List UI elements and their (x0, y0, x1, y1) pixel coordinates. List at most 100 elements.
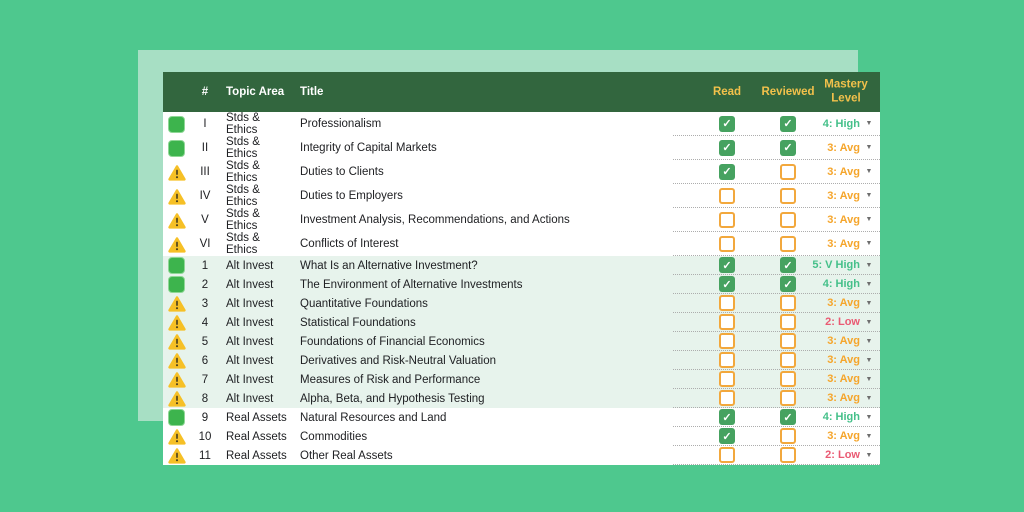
mastery-level-dropdown[interactable]: 5: V High ▼ (812, 256, 880, 274)
mastery-level-dropdown[interactable]: 4: High ▼ (823, 275, 880, 293)
row-right-columns: 3: Avg ▼ (673, 294, 880, 313)
read-checkbox[interactable] (719, 409, 735, 425)
mastery-level-dropdown[interactable]: 3: Avg ▼ (827, 208, 880, 231)
reviewed-checkbox[interactable] (780, 371, 796, 387)
status-check-icon (168, 115, 185, 133)
row-right-columns: 3: Avg ▼ (673, 389, 880, 408)
row-number: I (203, 118, 207, 130)
read-checkbox[interactable] (719, 257, 735, 273)
reviewed-checkbox[interactable] (780, 163, 796, 180)
mastery-level-dropdown[interactable]: 3: Avg ▼ (827, 184, 880, 207)
topic-area: Stds & Ethics (226, 232, 260, 256)
mastery-level-dropdown[interactable]: 3: Avg ▼ (827, 427, 880, 445)
status-cell (163, 115, 193, 133)
reading-title: Integrity of Capital Markets (300, 142, 437, 154)
table-row: 10 Real Assets Commodities 3: Avg ▼ (163, 427, 880, 446)
row-number: II (201, 142, 209, 154)
mastery-level-dropdown[interactable]: 3: Avg ▼ (827, 136, 880, 159)
row-right-columns: 3: Avg ▼ (673, 427, 880, 446)
read-checkbox[interactable] (719, 428, 735, 444)
mastery-level-dropdown[interactable]: 3: Avg ▼ (827, 351, 880, 369)
mastery-level-dropdown[interactable]: 4: High ▼ (823, 408, 880, 426)
status-warning-icon (168, 212, 186, 229)
read-checkbox[interactable] (719, 295, 735, 311)
row-right-columns: 3: Avg ▼ (673, 370, 880, 389)
row-number: 7 (201, 373, 209, 386)
reading-title: Natural Resources and Land (300, 411, 447, 424)
row-number: 11 (199, 449, 211, 462)
read-checkbox[interactable] (719, 163, 735, 180)
mastery-level-dropdown[interactable]: 2: Low ▼ (825, 446, 880, 464)
row-right-columns: 3: Avg ▼ (673, 351, 880, 370)
read-checkbox[interactable] (719, 314, 735, 330)
reading-title: Derivatives and Risk-Neutral Valuation (300, 354, 497, 367)
row-number: V (201, 214, 209, 226)
reviewed-checkbox[interactable] (780, 352, 796, 368)
mastery-level-dropdown[interactable]: 3: Avg ▼ (827, 294, 880, 312)
mastery-level-value: 3: Avg (827, 237, 860, 250)
title-column-header: Title (300, 86, 324, 98)
reviewed-checkbox[interactable] (780, 115, 796, 132)
row-right-columns: 3: Avg ▼ (673, 160, 880, 184)
row-number: 2 (201, 278, 209, 291)
read-checkbox[interactable] (719, 333, 735, 349)
reviewed-checkbox[interactable] (780, 276, 796, 292)
status-cell (163, 212, 193, 229)
reviewed-checkbox[interactable] (780, 390, 796, 406)
status-warning-icon (168, 315, 186, 331)
status-warning-icon (168, 429, 186, 445)
reviewed-checkbox[interactable] (780, 295, 796, 311)
reviewed-checkbox[interactable] (780, 235, 796, 252)
read-checkbox[interactable] (719, 371, 735, 387)
row-right-columns: 2: Low ▼ (673, 446, 880, 465)
mastery-level-dropdown[interactable]: 3: Avg ▼ (827, 232, 880, 255)
read-checkbox[interactable] (719, 115, 735, 132)
read-checkbox[interactable] (719, 139, 735, 156)
mastery-level-dropdown[interactable]: 3: Avg ▼ (827, 160, 880, 183)
topic-area: Alt Invest (226, 259, 274, 272)
reading-title: Commodities (300, 430, 368, 443)
reviewed-checkbox[interactable] (780, 428, 796, 444)
status-warning-icon (168, 391, 186, 407)
row-right-columns: 5: V High ▼ (673, 256, 880, 275)
chevron-down-icon: ▼ (865, 299, 873, 307)
chevron-down-icon: ▼ (865, 432, 873, 440)
status-cell (163, 236, 193, 253)
mastery-level-dropdown[interactable]: 3: Avg ▼ (827, 389, 880, 407)
status-cell (163, 447, 193, 464)
reviewed-checkbox[interactable] (780, 257, 796, 273)
read-checkbox[interactable] (719, 352, 735, 368)
read-checkbox[interactable] (719, 235, 735, 252)
mastery-level-value: 3: Avg (827, 354, 860, 366)
status-cell (163, 188, 193, 205)
mastery-level-dropdown[interactable]: 3: Avg ▼ (827, 332, 880, 350)
reviewed-checkbox[interactable] (780, 333, 796, 349)
table-row: 5 Alt Invest Foundations of Financial Ec… (163, 332, 880, 351)
chevron-down-icon: ▼ (865, 375, 873, 383)
table-row: 3 Alt Invest Quantitative Foundations 3:… (163, 294, 880, 313)
mastery-level-dropdown[interactable]: 4: High ▼ (823, 112, 880, 135)
reading-title: Quantitative Foundations (300, 297, 428, 310)
status-cell (163, 276, 193, 293)
read-checkbox[interactable] (719, 187, 735, 204)
reviewed-checkbox[interactable] (780, 139, 796, 156)
status-warning-icon (168, 164, 186, 181)
reading-title: Other Real Assets (300, 449, 393, 462)
reviewed-checkbox[interactable] (780, 187, 796, 204)
topic-area: Real Assets (226, 411, 287, 424)
read-checkbox[interactable] (719, 390, 735, 406)
mastery-level-dropdown[interactable]: 3: Avg ▼ (827, 370, 880, 388)
reading-title: Statistical Foundations (300, 316, 416, 329)
status-warning-icon (168, 236, 186, 253)
read-checkbox[interactable] (719, 447, 735, 463)
row-number: 9 (201, 411, 209, 424)
reviewed-checkbox[interactable] (780, 211, 796, 228)
reviewed-checkbox[interactable] (780, 314, 796, 330)
table-row: 6 Alt Invest Derivatives and Risk-Neutra… (163, 351, 880, 370)
mastery-level-dropdown[interactable]: 2: Low ▼ (825, 313, 880, 331)
reviewed-checkbox[interactable] (780, 409, 796, 425)
read-checkbox[interactable] (719, 276, 735, 292)
status-cell (163, 164, 193, 181)
read-checkbox[interactable] (719, 211, 735, 228)
reviewed-checkbox[interactable] (780, 447, 796, 463)
